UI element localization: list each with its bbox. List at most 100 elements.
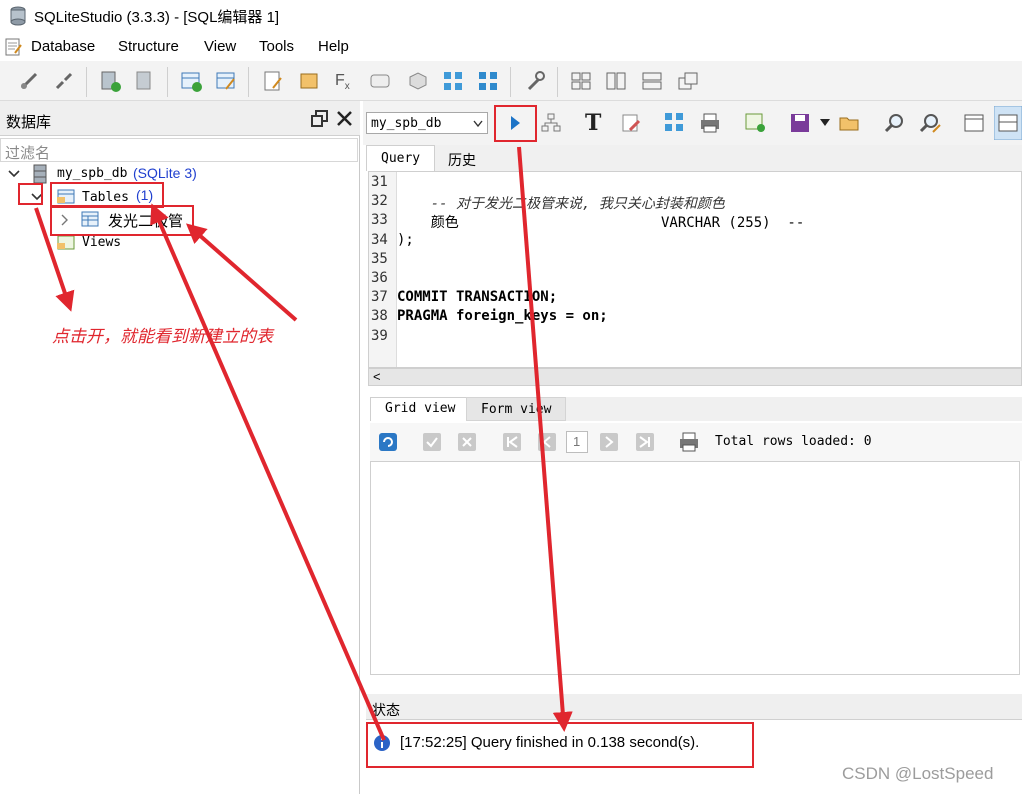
tile-vertical-icon[interactable] — [640, 69, 664, 93]
add-database-icon[interactable] — [98, 69, 122, 93]
add-table-icon[interactable] — [179, 69, 203, 93]
previous-page-icon[interactable] — [538, 433, 556, 451]
functions-icon[interactable]: Fx — [335, 72, 350, 92]
title-bar: SQLiteStudio (3.3.3) - [SQL编辑器 1] — [0, 0, 1022, 32]
sql-editor[interactable]: 31 32 33 34 35 36 37 38 39 -- 对于发光二极管来说, 我只关心封装和… — [368, 171, 1022, 368]
menu-bar: Database Structure View Tools Help — [0, 34, 1022, 60]
filter-input[interactable]: 过滤名 — [0, 138, 358, 162]
tree-db-name[interactable]: my_spb_db — [57, 166, 127, 181]
tab-grid-view[interactable]: Grid view — [370, 397, 471, 421]
table-icon — [81, 211, 99, 227]
commit-icon[interactable] — [423, 433, 441, 451]
database-select[interactable]: my_spb_db — [366, 112, 488, 134]
status-message: [17:52:25] Query finished in 0.138 secon… — [400, 734, 700, 751]
scroll-left-icon[interactable]: < — [373, 369, 381, 384]
chevron-down-icon[interactable] — [8, 169, 20, 179]
create-view-icon[interactable] — [744, 111, 766, 133]
tree-tables-label[interactable]: Tables — [82, 190, 129, 205]
menu-structure[interactable]: Structure — [118, 38, 179, 55]
tile-windows-icon[interactable] — [569, 69, 593, 93]
format-sql-icon[interactable]: T — [585, 110, 601, 136]
tab-query[interactable]: Query — [366, 145, 436, 171]
import-icon[interactable] — [476, 69, 500, 93]
export-results-icon[interactable] — [663, 111, 685, 133]
filter-placeholder: 过滤名 — [5, 145, 51, 162]
tab-form-view[interactable]: Form view — [466, 397, 567, 421]
sqlitestudio-logo-icon — [10, 6, 26, 26]
tab-history[interactable]: 历史 — [434, 145, 490, 171]
new-sql-editor-icon[interactable] — [261, 69, 285, 93]
cascade-windows-icon[interactable] — [676, 69, 700, 93]
code-line: COMMIT TRANSACTION; — [397, 289, 558, 306]
menu-help[interactable]: Help — [318, 38, 349, 55]
disconnect-icon[interactable] — [52, 69, 76, 93]
chevron-down-icon[interactable] — [31, 192, 43, 202]
line-number: 33 — [371, 212, 388, 229]
edit-database-icon[interactable] — [133, 69, 157, 93]
tree-db-type: (SQLite 3) — [133, 165, 197, 181]
layout-single-icon[interactable] — [963, 112, 985, 134]
find-icon[interactable] — [884, 112, 906, 134]
open-file-icon[interactable] — [838, 112, 860, 134]
save-sql-icon[interactable] — [789, 112, 811, 134]
menu-view[interactable]: View — [204, 38, 236, 55]
next-page-icon[interactable] — [600, 433, 618, 451]
tile-horizontal-icon[interactable] — [604, 69, 628, 93]
menu-tools[interactable]: Tools — [259, 38, 294, 55]
explain-query-icon[interactable] — [540, 112, 562, 134]
menu-database[interactable]: Database — [31, 38, 95, 55]
line-number: 39 — [371, 327, 388, 344]
float-dock-icon[interactable] — [311, 110, 328, 127]
layout-split-icon[interactable] — [994, 106, 1022, 140]
chevron-down-icon — [473, 120, 483, 128]
open-sql-icon[interactable] — [297, 69, 321, 93]
dock-title: 数据库 — [6, 114, 52, 131]
export-icon[interactable] — [441, 69, 465, 93]
database-icon — [33, 164, 47, 184]
page-number-value: 1 — [573, 434, 581, 449]
code-line: -- 对于发光二极管来说, 我只关心封装和颜色 — [397, 196, 725, 213]
page-number-input[interactable]: 1 — [566, 431, 588, 453]
total-rows-label: Total rows loaded: 0 — [715, 434, 872, 449]
edit-table-icon[interactable] — [214, 69, 238, 93]
collations-icon[interactable] — [368, 69, 392, 93]
line-number: 31 — [371, 174, 388, 190]
main-toolbar: Fx — [0, 61, 1022, 101]
clear-editor-icon[interactable] — [620, 112, 642, 134]
settings-wrench-icon[interactable] — [523, 69, 547, 93]
window-title: SQLiteStudio (3.3.3) - [SQL编辑器 1] — [34, 9, 280, 26]
sql-editor-icon — [5, 38, 22, 56]
chevron-down-icon[interactable] — [820, 119, 830, 127]
tree-views-label[interactable]: Views — [82, 235, 121, 250]
line-number: 37 — [371, 289, 388, 306]
status-header: 状态 — [366, 694, 1022, 720]
last-page-icon[interactable] — [636, 433, 654, 451]
code-line: PRAGMA foreign_keys = on; — [397, 308, 608, 325]
find-replace-icon[interactable] — [919, 112, 941, 134]
status-title: 状态 — [372, 702, 400, 718]
connect-icon[interactable] — [17, 69, 41, 93]
horizontal-scrollbar[interactable]: < — [368, 368, 1022, 386]
database-select-value: my_spb_db — [371, 116, 442, 131]
results-tabs: Grid view Form view — [370, 397, 1022, 421]
editor-tabs: Query 历史 — [366, 145, 1022, 171]
rollback-icon[interactable] — [458, 433, 476, 451]
status-panel: [17:52:25] Query finished in 0.138 secon… — [366, 720, 1022, 794]
first-page-icon[interactable] — [503, 433, 521, 451]
line-number: 35 — [371, 250, 388, 267]
execute-query-icon[interactable] — [504, 112, 526, 134]
tables-folder-icon — [57, 189, 75, 204]
print-results-icon[interactable] — [678, 431, 700, 453]
close-dock-icon[interactable] — [336, 110, 353, 127]
line-number: 34 — [371, 231, 388, 248]
tree-table-name[interactable]: 发光二极管 — [108, 210, 183, 231]
tree-tables-count: (1) — [136, 187, 154, 203]
extensions-icon[interactable] — [406, 69, 430, 93]
refresh-icon[interactable] — [378, 432, 398, 452]
dock-header: 数据库 — [0, 101, 360, 136]
line-number: 32 — [371, 193, 388, 210]
print-icon[interactable] — [699, 112, 721, 134]
line-number: 36 — [371, 270, 388, 286]
results-grid[interactable] — [370, 461, 1020, 675]
chevron-right-icon[interactable] — [60, 214, 68, 226]
